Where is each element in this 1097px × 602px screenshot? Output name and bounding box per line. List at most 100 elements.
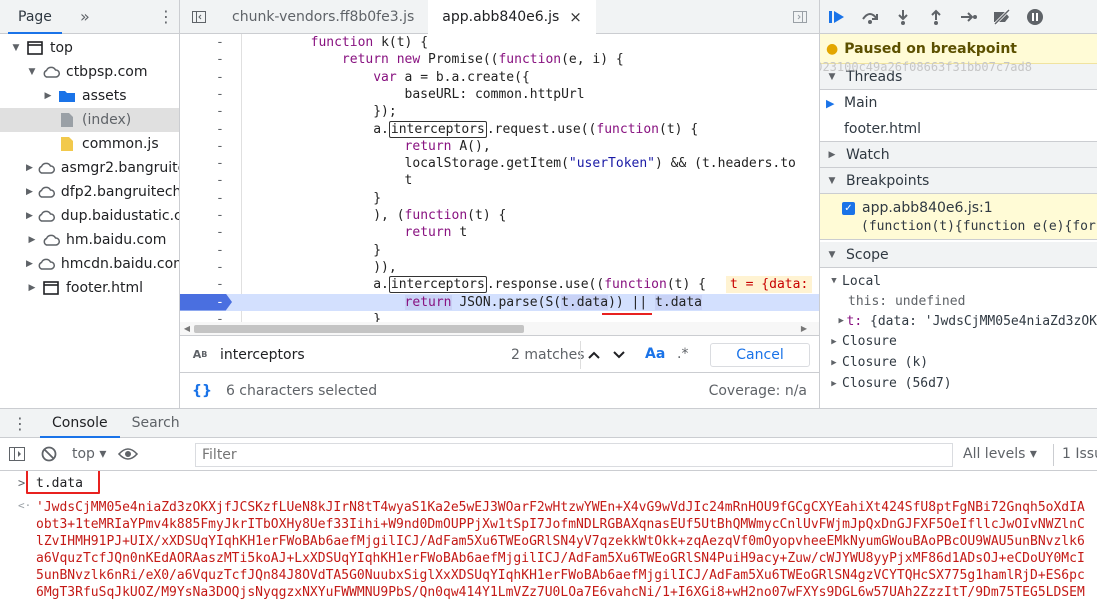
code-line[interactable]: - ), (function(t) { [180,207,819,224]
code-line[interactable]: - return t [180,224,819,241]
gutter-mark[interactable]: - [216,138,226,155]
step-out-icon[interactable] [919,0,952,34]
code-line[interactable]: - return new Promise((function(e, i) { [180,51,819,68]
tab-search[interactable]: Search [120,415,192,431]
tree-item[interactable]: (index) [0,108,179,132]
gutter-mark[interactable]: - [216,34,226,51]
drawer-menu-icon[interactable]: ⋮ [0,414,40,433]
navigator-menu-icon[interactable]: ⋮ [153,7,179,26]
breakpoints-header[interactable]: ▼ Breakpoints [820,168,1097,194]
cancel-search-button[interactable]: Cancel [710,343,810,367]
gutter-mark[interactable]: - [216,242,226,259]
code-line[interactable]: - localStorage.getItem("userToken") && (… [180,155,819,172]
code-line[interactable]: - function k(t) { [180,34,819,51]
code-line[interactable]: - baseURL: common.httpUrl [180,86,819,103]
scope-t[interactable]: ▶ t: {data: 'JwdsCjMM05e4niaZd3zOK [820,311,1097,331]
breakpoint-item[interactable]: ✓ app.abb840e6.js:1 (function(t){functio… [820,194,1097,240]
scope-header[interactable]: ▼ Scope [820,242,1097,268]
tab-page[interactable]: Page [0,0,70,34]
tab-app-js[interactable]: app.abb840e6.js × [428,0,596,34]
gutter-mark[interactable]: - [216,294,226,311]
tab-chunk-vendors[interactable]: chunk-vendors.ff8b0fe3.js [218,0,428,34]
step-into-icon[interactable] [886,0,919,34]
code-line[interactable]: - return A(), [180,138,819,155]
scrollbar-thumb[interactable] [194,325,524,333]
tree-item[interactable]: ▶ asmgr2.bangruite [0,156,179,180]
sidebar-toggle-icon[interactable] [0,446,34,462]
deactivate-breakpoints-icon[interactable] [985,0,1018,34]
console-result[interactable]: 'JwdsCjMM05e4niaZd3zOKXjfJCSKzfLUeN8kJIr… [36,499,1085,601]
code-line[interactable]: - } [180,311,819,322]
code-line[interactable]: - } [180,242,819,259]
expand-arrow-icon[interactable]: ▶ [26,235,38,245]
watch-header[interactable]: ▶ Watch [820,142,1097,168]
match-case-button[interactable]: Aa [645,346,665,362]
console-input-line[interactable]: > t.data [0,471,1097,495]
gutter-mark[interactable]: - [216,259,226,276]
expand-arrow-icon[interactable]: ▶ [26,187,33,197]
code-line[interactable]: - } [180,190,819,207]
step-over-icon[interactable] [853,0,886,34]
step-icon[interactable] [952,0,985,34]
tree-item[interactable]: ▼ ctbpsp.com [0,60,179,84]
gutter-mark[interactable]: - [216,121,226,138]
coverage-status[interactable]: Coverage: n/a [709,383,807,399]
scope-closure-3[interactable]: ▶ Closure (56d7) [820,373,1097,394]
code-line[interactable]: - var a = b.a.create({ [180,69,819,86]
tree-item[interactable]: ▼ top [0,36,179,60]
tree-item[interactable]: ▶ footer.html [0,276,179,300]
console-filter-input[interactable] [195,443,953,467]
gutter-mark[interactable]: - [216,172,226,189]
expand-arrow-icon[interactable]: ▶ [26,211,33,221]
resume-icon[interactable] [820,0,853,34]
expand-arrow-icon[interactable]: ▶ [42,91,54,101]
next-match-icon[interactable] [606,341,632,369]
code-area[interactable]: - function k(t) {- return new Promise((f… [180,34,819,322]
scroll-left-icon[interactable]: ◀ [180,324,194,333]
thread-main[interactable]: ▶ Main [820,90,1097,116]
prev-match-icon[interactable] [580,341,606,369]
code-line[interactable]: - )), [180,259,819,276]
gutter-mark[interactable]: - [216,86,226,103]
tree-item[interactable]: ▶ dup.baidustatic.cc [0,204,179,228]
regex-button[interactable]: .* [677,346,688,362]
log-levels-dropdown[interactable]: All levels ▾ [963,446,1037,462]
expand-arrow-icon[interactable]: ▶ [26,259,33,269]
tree-item[interactable]: ▶ assets [0,84,179,108]
gutter-mark[interactable]: - [216,51,226,68]
context-selector[interactable]: top ▾ [72,446,106,462]
pretty-print-icon[interactable]: {} [192,383,212,399]
toggle-debugger-icon[interactable] [781,9,819,25]
scroll-right-icon[interactable]: ▶ [801,324,807,333]
gutter-mark[interactable]: - [216,190,226,207]
gutter-mark[interactable]: - [216,155,226,172]
scope-this[interactable]: this: undefined [820,291,1097,311]
thread-footer[interactable]: footer.html [820,116,1097,142]
clear-console-icon[interactable] [34,446,64,462]
live-expression-icon[interactable] [106,447,150,461]
expand-arrow-icon[interactable]: ▶ [26,163,33,173]
tab-console[interactable]: Console [40,409,120,438]
code-line-current[interactable]: - return JSON.​parse(​S(t.data)) || t.da… [180,293,819,315]
tree-item[interactable]: ▶ hmcdn.baidu.com [0,252,179,276]
code-line[interactable]: - }); [180,103,819,120]
gutter-mark[interactable]: - [216,207,226,224]
gutter-mark[interactable]: - [216,103,226,120]
code-line[interactable]: - a. interceptors .response.use((function(… [180,276,819,294]
gutter-mark[interactable]: - [216,311,226,322]
scope-closure-2[interactable]: ▶ Closure (k) [820,352,1097,373]
issues-counter[interactable]: 1 Issu [1062,446,1097,462]
tree-item[interactable]: ▶ hm.baidu.com [0,228,179,252]
tree-item[interactable]: ▶ dfp2.bangruitech. [0,180,179,204]
code-line[interactable]: - a. interceptors .request.use((function(t… [180,120,819,138]
scope-local[interactable]: ▼ Local [820,271,1097,291]
replace-toggle-icon[interactable]: AB [180,348,220,361]
pause-on-exceptions-icon[interactable] [1018,0,1051,34]
gutter-mark[interactable]: - [216,224,226,241]
collapse-arrow-icon[interactable]: ▼ [26,67,38,77]
collapse-arrow-icon[interactable]: ▼ [10,43,22,53]
close-tab-icon[interactable]: × [569,0,582,34]
scope-closure-1[interactable]: ▶ Closure [820,331,1097,352]
tree-item[interactable]: common.js [0,132,179,156]
code-line[interactable]: - t [180,172,819,189]
